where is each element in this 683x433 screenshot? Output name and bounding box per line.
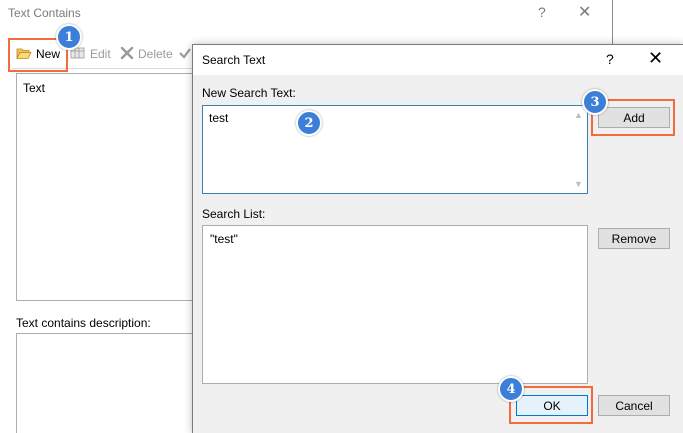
text-list[interactable]: Text [16,73,218,301]
step-badge-2: 2 [296,110,322,136]
cancel-button[interactable]: Cancel [598,395,670,416]
dialog-title: Search Text [202,53,266,67]
search-list[interactable]: "test" [202,225,588,384]
scroll-up-icon[interactable]: ▲ [574,110,583,120]
search-list-item[interactable]: "test" [210,232,238,246]
step-badge-4: 4 [498,376,524,402]
dialog-help-button[interactable]: ? [606,51,614,67]
search-list-label: Search List: [202,207,266,221]
check-button[interactable] [178,40,192,68]
delete-x-icon [120,46,134,63]
step-badge-1: 1 [56,24,82,50]
window-title: Text Contains [8,6,81,20]
dialog-titlebar: Search Text ? ✕ [193,45,683,75]
delete-button[interactable]: Delete [120,40,173,68]
dialog-close-button[interactable]: ✕ [648,48,663,69]
input-scrollbar[interactable]: ▲ ▼ [571,106,587,193]
description-label: Text contains description: [16,316,151,330]
edit-label: Edit [90,47,111,61]
scroll-down-icon[interactable]: ▼ [574,179,583,189]
new-search-text-input[interactable]: test ▲ ▼ [202,105,588,194]
description-box[interactable] [16,333,218,433]
close-button[interactable]: ✕ [578,2,591,22]
help-button[interactable]: ? [538,4,546,20]
remove-button[interactable]: Remove [598,228,670,249]
new-search-text-label: New Search Text: [202,86,296,100]
delete-label: Delete [138,47,173,61]
step-badge-3: 3 [582,89,608,115]
list-item[interactable]: Text [23,81,45,95]
new-search-text-value: test [209,111,229,125]
checkmark-icon [178,46,192,63]
titlebar: Text Contains ? ✕ [0,0,612,28]
